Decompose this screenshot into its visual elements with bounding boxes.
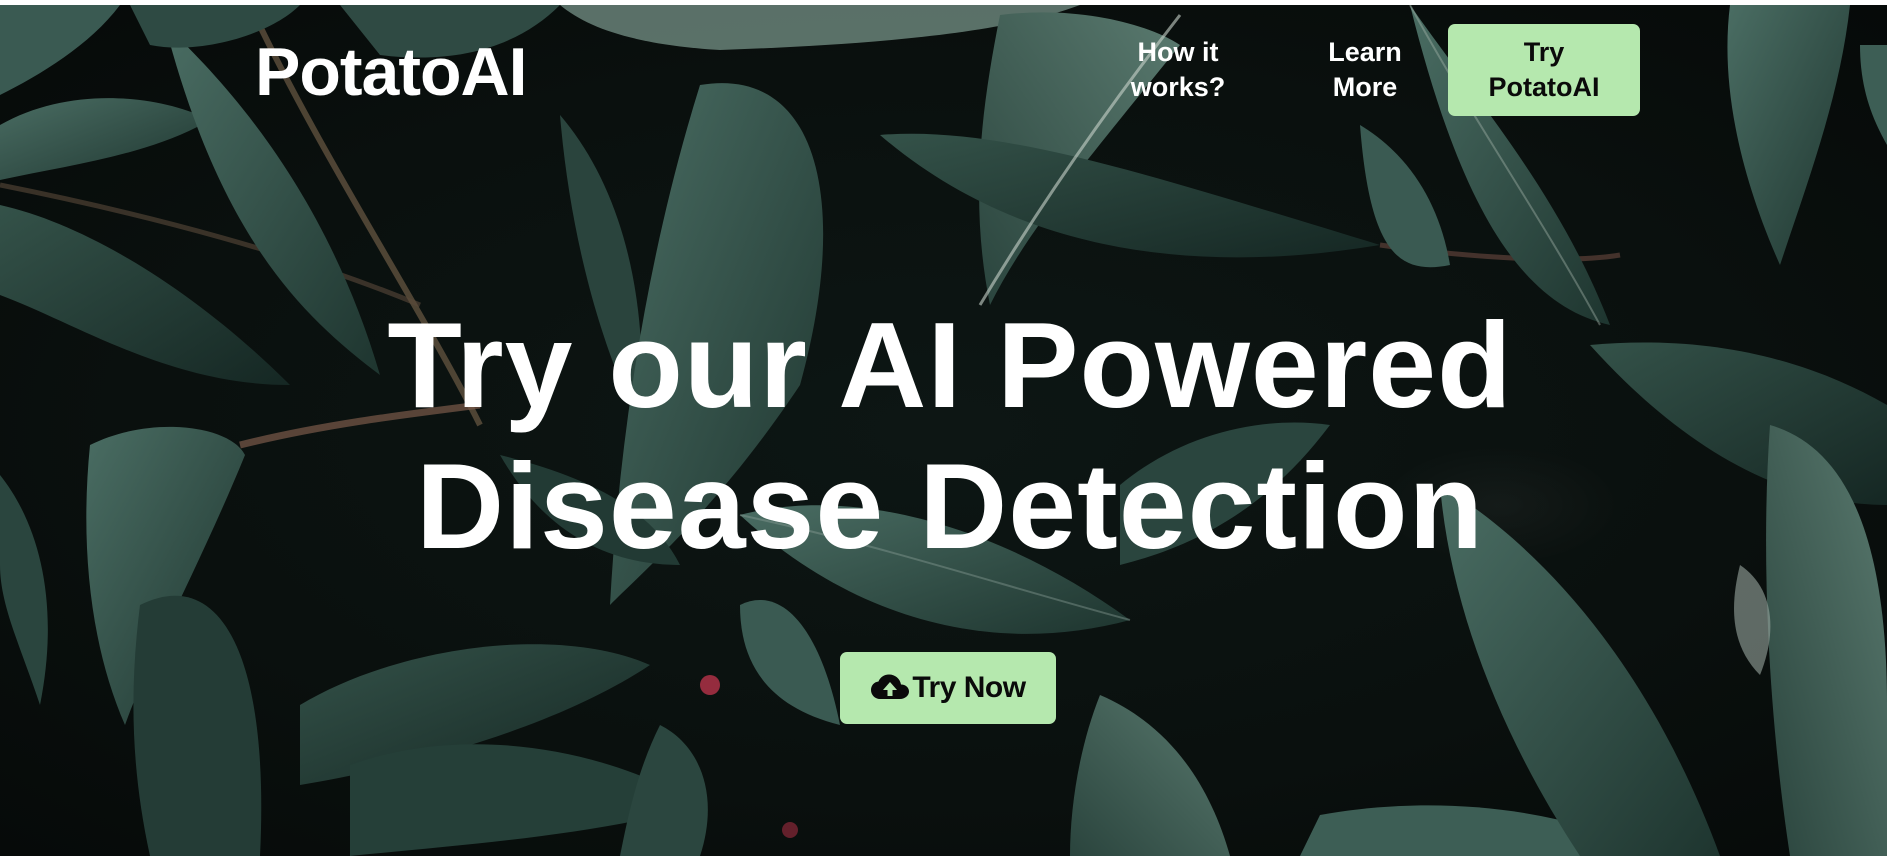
try-now-button[interactable]: Try Now bbox=[840, 652, 1056, 724]
try-now-label: Try Now bbox=[912, 671, 1026, 704]
nav-link-how-it-works[interactable]: How it works? bbox=[1118, 35, 1238, 105]
brand-logo[interactable]: PotatoAI bbox=[255, 33, 528, 111]
try-potatoai-label: Try PotatoAI bbox=[1488, 37, 1600, 102]
nav-link-learn-more[interactable]: Learn More bbox=[1310, 35, 1420, 105]
hero-section: PotatoAI How it works? Learn More Try Po… bbox=[0, 5, 1887, 856]
hero-headline: Try our AI Powered Disease Detection bbox=[387, 297, 1513, 574]
cloud-upload-icon bbox=[871, 674, 910, 699]
try-potatoai-button[interactable]: Try PotatoAI bbox=[1448, 24, 1640, 116]
